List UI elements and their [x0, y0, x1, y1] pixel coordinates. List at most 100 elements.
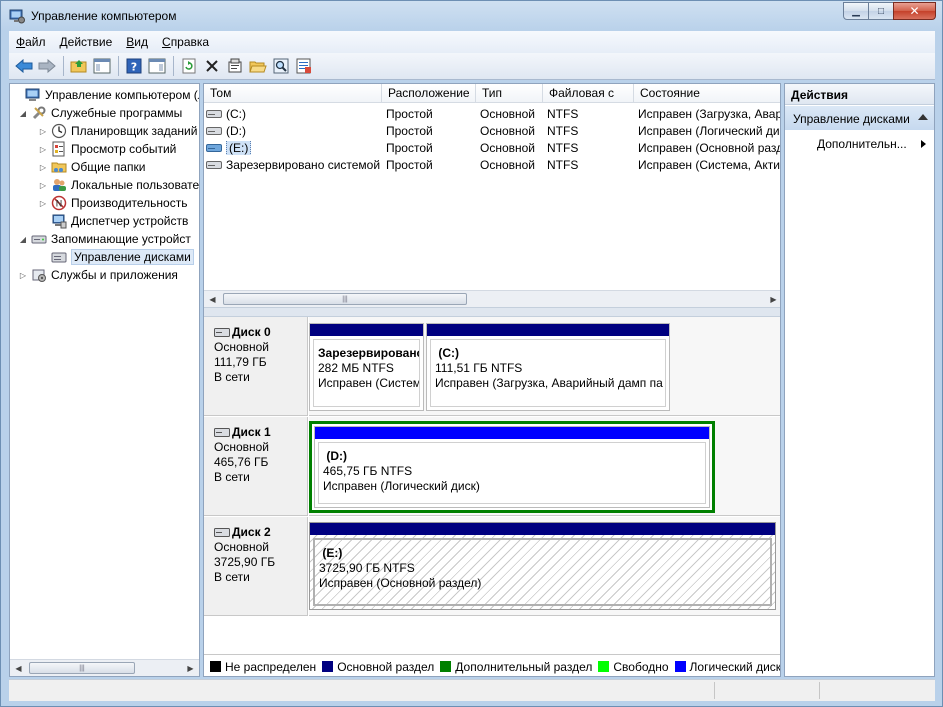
tree-item-performance[interactable]: ▷ N Производительность [38, 194, 187, 212]
show-hide-tree-button[interactable] [91, 55, 113, 77]
expand-arrow-icon[interactable]: ▷ [38, 162, 48, 172]
menu-view-label: ид [134, 35, 149, 49]
tree-item-shared-folders[interactable]: ▷ Общие папки [38, 158, 146, 176]
menu-action[interactable]: Действие [53, 35, 120, 49]
disk-name-text: Диск 2 [232, 525, 271, 539]
close-button[interactable]: ✕ [893, 2, 936, 20]
arrow-right-icon [38, 59, 56, 73]
open-button[interactable] [247, 55, 269, 77]
tree-horizontal-scrollbar[interactable]: ◀ ||| ▶ [10, 659, 199, 676]
menu-action-accesskey: Д [59, 35, 68, 49]
title-bar[interactable]: Управление компьютером ▁ □ ✕ [1, 1, 942, 31]
partition-type-bar [315, 427, 709, 439]
expand-arrow-icon[interactable]: ▷ [38, 180, 48, 190]
legend-logical-drive: Логический диск [674, 659, 781, 674]
disk-state: В сети [214, 370, 250, 384]
table-row-selected[interactable]: (E:) Простой Основной NTFS Исправен (Осн… [204, 139, 781, 156]
column-layout[interactable]: Расположение [382, 84, 476, 103]
column-type[interactable]: Тип [476, 84, 543, 103]
partition-label: (C:) [438, 346, 459, 360]
scroll-right-icon[interactable]: ▶ [765, 291, 780, 307]
forward-button[interactable] [36, 55, 58, 77]
extended-partition[interactable]: (D:) 465,75 ГБ NTFS Исправен (Логический… [309, 421, 715, 513]
tree-item-task-scheduler[interactable]: ▷ Планировщик заданий [38, 122, 197, 140]
performance-icon: N [51, 195, 67, 211]
partition-info: (E:) 3725,90 ГБ NTFS Исправен (Основной … [313, 538, 772, 606]
maximize-button[interactable]: □ [868, 2, 894, 20]
volume-layout: Простой [386, 106, 433, 121]
tree-item-label: Служебные программы [51, 106, 183, 120]
volume-status: Исправен (Основной разд [638, 140, 781, 155]
tree-item-system-tools[interactable]: ◢ Служебные программы [18, 104, 182, 122]
column-status[interactable]: Состояние [634, 84, 780, 103]
disk-2-label[interactable]: Диск 2 Основной 3725,90 ГБ В сети [204, 517, 308, 616]
expand-arrow-icon[interactable]: ▷ [38, 198, 48, 208]
expand-arrow-icon[interactable]: ▷ [38, 144, 48, 154]
tree-item-label: Локальные пользовате [71, 178, 200, 192]
partition-label: (E:) [322, 546, 343, 560]
disk-name-text: Диск 0 [232, 325, 271, 339]
tree-item-local-users[interactable]: ▷ Локальные пользовате [38, 176, 199, 194]
legend-label: Логический диск [689, 659, 781, 674]
disk-0-label[interactable]: Диск 0 Основной 111,79 ГБ В сети [204, 317, 308, 416]
tree-item-storage[interactable]: ◢ Запоминающие устройст [18, 230, 191, 248]
collapse-up-icon[interactable] [918, 114, 928, 120]
menu-view[interactable]: Вид [119, 35, 155, 49]
volume-name-cell: Зарезервировано системой [204, 158, 382, 172]
partition-d[interactable]: (D:) 465,75 ГБ NTFS Исправен (Логический… [314, 426, 710, 508]
window-title: Управление компьютером [31, 9, 177, 23]
actions-more-item[interactable]: Дополнительн... [785, 134, 934, 154]
properties-button[interactable] [224, 55, 246, 77]
partition-status: Исправен (Систем [318, 376, 420, 390]
collapse-arrow-icon[interactable]: ◢ [18, 108, 28, 118]
back-button[interactable] [13, 55, 35, 77]
partition-system-reserved[interactable]: Зарезервированс 282 МБ NTFS Исправен (Си… [309, 323, 424, 411]
menu-help[interactable]: Справка [155, 35, 216, 49]
expand-arrow-icon[interactable]: ▷ [38, 126, 48, 136]
refresh-button[interactable] [178, 55, 200, 77]
volume-name: (D:) [226, 123, 246, 138]
tree-item-computer-management[interactable]: Управление компьютером (л [12, 86, 200, 104]
table-row[interactable]: (C:) Простой Основной NTFS Исправен (Заг… [204, 105, 780, 122]
scroll-left-icon[interactable]: ◀ [204, 291, 221, 307]
tree-item-label: Управление компьютером (л [45, 88, 200, 102]
drive-icon [206, 161, 222, 170]
pane-splitter[interactable] [204, 307, 780, 317]
partition-status: Исправен (Логический диск) [323, 479, 480, 493]
expand-arrow-icon[interactable]: ▷ [18, 270, 28, 280]
help-button[interactable]: ? [123, 55, 145, 77]
actions-section-disk-management[interactable]: Управление дисками [785, 106, 934, 130]
scroll-right-icon[interactable]: ▶ [182, 660, 199, 676]
tree-item-disk-management[interactable]: Управление дисками [38, 248, 194, 266]
scroll-left-icon[interactable]: ◀ [10, 660, 27, 676]
tree-item-event-viewer[interactable]: ▷ Просмотр событий [38, 140, 176, 158]
up-level-button[interactable] [68, 55, 90, 77]
column-file-system[interactable]: Файловая с [543, 84, 634, 103]
disk-1-label[interactable]: Диск 1 Основной 465,76 ГБ В сети [204, 417, 308, 516]
partition-info: (C:) 111,51 ГБ NTFS Исправен (Загрузка, … [430, 339, 666, 407]
table-row[interactable]: Зарезервировано системой Простой Основно… [204, 156, 780, 173]
volume-list-horizontal-scrollbar[interactable]: ◀ ||| ▶ [204, 290, 780, 307]
show-hide-action-pane-button[interactable] [146, 55, 168, 77]
table-row[interactable]: (D:) Простой Основной NTFS Исправен (Лог… [204, 122, 781, 139]
computer-icon [25, 88, 40, 101]
menu-help-accesskey: С [162, 35, 171, 49]
volume-status: Исправен (Логический диз [638, 123, 781, 138]
minimize-button[interactable]: ▁ [843, 2, 869, 20]
shared-folder-icon [51, 162, 67, 173]
search-button[interactable] [270, 55, 292, 77]
collapse-arrow-icon[interactable]: ◢ [18, 234, 28, 244]
scroll-thumb[interactable]: ||| [223, 293, 467, 305]
tree-item-services-and-applications[interactable]: ▷ Службы и приложения [18, 266, 178, 284]
export-list-button[interactable] [293, 55, 315, 77]
scroll-thumb[interactable]: ||| [29, 662, 135, 674]
column-volume[interactable]: Том [204, 84, 382, 103]
partition-c[interactable]: (C:) 111,51 ГБ NTFS Исправен (Загрузка, … [426, 323, 670, 411]
partition-e-selected[interactable]: (E:) 3725,90 ГБ NTFS Исправен (Основной … [309, 522, 776, 610]
tree-item-label: Службы и приложения [51, 268, 178, 282]
tree-item-device-manager[interactable]: Диспетчер устройств [38, 212, 188, 230]
disk-management-icon [51, 252, 67, 263]
delete-button[interactable] [201, 55, 223, 77]
legend-primary: Основной раздел [322, 660, 434, 674]
menu-file[interactable]: Файл [9, 35, 53, 49]
